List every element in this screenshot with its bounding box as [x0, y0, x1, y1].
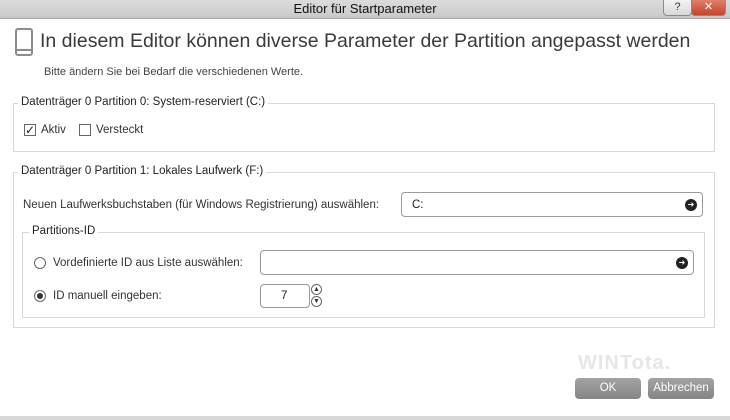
title-bar: Editor für Startparameter ? ✕	[0, 0, 730, 19]
ok-button[interactable]: OK	[575, 378, 641, 399]
device-icon	[15, 28, 33, 56]
predefined-id-radio[interactable]	[34, 257, 46, 269]
close-button[interactable]: ✕	[691, 0, 726, 16]
window-title: Editor für Startparameter	[293, 1, 437, 16]
manual-id-input[interactable]: 7	[260, 284, 310, 308]
page-subheading: Bitte ändern Sie bei Bedarf die verschie…	[44, 66, 304, 78]
spin-down-icon[interactable]: ▼	[311, 296, 322, 307]
aktiv-checkbox[interactable]: ✓	[24, 124, 36, 136]
checkmark-icon: ✓	[25, 123, 36, 137]
watermark-logo: WINTota.	[578, 352, 672, 374]
versteckt-checkbox[interactable]	[79, 124, 91, 136]
aktiv-label: Aktiv	[41, 124, 66, 136]
spin-up-icon[interactable]: ▲	[311, 284, 322, 295]
partition-id-group	[22, 232, 705, 318]
page-heading: In diesem Editor können diverse Paramete…	[40, 30, 691, 52]
partition-id-title: Partitions-ID	[29, 225, 99, 237]
drive-letter-select[interactable]: C: ➜	[401, 192, 703, 217]
predefined-id-label: Vordefinierte ID aus Liste auswählen:	[53, 257, 243, 269]
arrow-right-icon[interactable]: ➜	[685, 199, 697, 211]
drive-letter-value: C:	[412, 199, 424, 211]
cancel-button[interactable]: Abbrechen	[648, 378, 714, 399]
window-bottom-border	[0, 416, 730, 420]
partition0-title: Datenträger 0 Partition 0: System-reserv…	[18, 96, 269, 108]
partition1-title: Datenträger 0 Partition 1: Lokales Laufw…	[18, 165, 267, 177]
manual-id-radio[interactable]	[34, 290, 46, 302]
arrow-right-icon[interactable]: ➜	[676, 257, 688, 269]
manual-id-value: 7	[281, 290, 288, 302]
drive-letter-label: Neuen Laufwerksbuchstaben (für Windows R…	[23, 199, 380, 211]
predefined-id-select[interactable]: ➜	[260, 250, 694, 275]
versteckt-label: Versteckt	[96, 124, 144, 136]
manual-id-label: ID manuell eingeben:	[53, 290, 162, 302]
help-button[interactable]: ?	[663, 0, 692, 16]
